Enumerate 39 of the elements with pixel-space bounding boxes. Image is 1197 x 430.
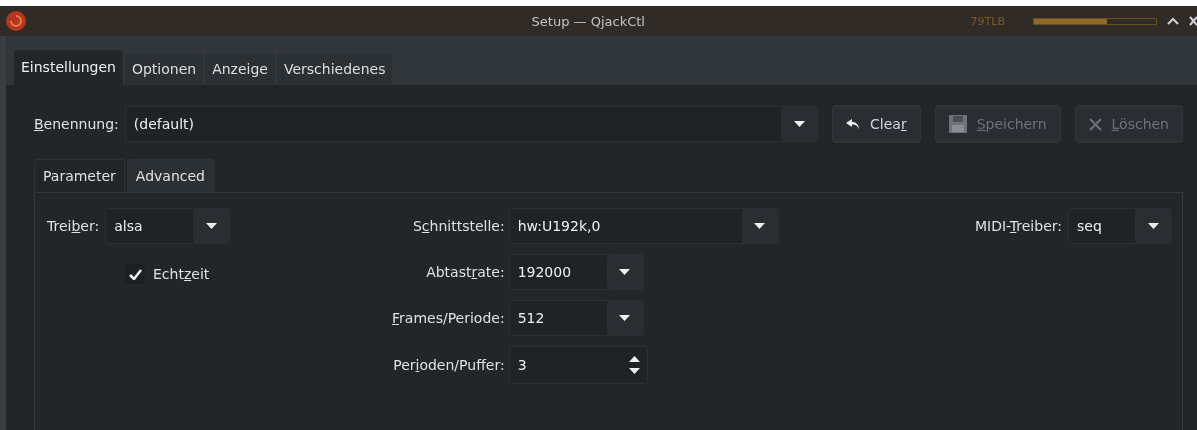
app-logo-icon [6, 11, 26, 31]
tab[interactable]: Anzeige [205, 54, 275, 85]
tab[interactable]: Einstellungen [14, 50, 123, 85]
preset-label: Benennung: [34, 116, 119, 132]
combo-field[interactable]: 512 [508, 300, 644, 336]
clear-button[interactable]: Clear [832, 105, 921, 143]
tab[interactable]: Verschiedenes [276, 54, 393, 85]
close-icon [1088, 117, 1102, 131]
spin-field[interactable]: 3 [508, 346, 648, 384]
combo-field[interactable]: 192000 [508, 254, 644, 290]
caret-icon [205, 222, 217, 230]
overlay-text: 79TLB [970, 14, 1005, 28]
close-icon[interactable] [1189, 16, 1197, 26]
driver-combo[interactable]: alsa [105, 208, 231, 244]
tab[interactable]: Parameter [34, 159, 125, 192]
caret-icon [793, 120, 805, 128]
driver-label: Treiber: [47, 218, 100, 234]
midi-driver-label: MIDI-Treiber: [974, 218, 1062, 234]
caret-icon [619, 314, 631, 322]
checkmark-icon [128, 268, 142, 280]
down-arrow-icon[interactable] [629, 368, 641, 374]
field-label: Schnittstelle: [411, 218, 505, 234]
up-arrow-icon[interactable] [629, 356, 641, 362]
undo-arrow-icon [846, 118, 861, 130]
combo-field[interactable]: hw:U192k,0 [508, 208, 779, 244]
field-label: Perioden/Puffer: [392, 357, 505, 373]
realtime-label: Echtzeit [153, 266, 210, 282]
chevron-up-icon[interactable] [1167, 17, 1179, 25]
midi-driver-combo[interactable]: seq [1068, 208, 1172, 244]
field-label: Abtastrate: [425, 264, 505, 280]
caret-icon [1147, 222, 1159, 230]
window-title: Setup — QjackCtl [531, 13, 645, 29]
tab[interactable]: Optionen [124, 54, 204, 85]
preset-combo[interactable]: (default) [124, 106, 819, 142]
caret-icon [619, 268, 631, 276]
checkbox[interactable] [125, 264, 145, 284]
caret-icon [754, 222, 766, 230]
field-label: Frames/Periode: [392, 310, 505, 326]
tab[interactable]: Advanced [126, 159, 214, 192]
